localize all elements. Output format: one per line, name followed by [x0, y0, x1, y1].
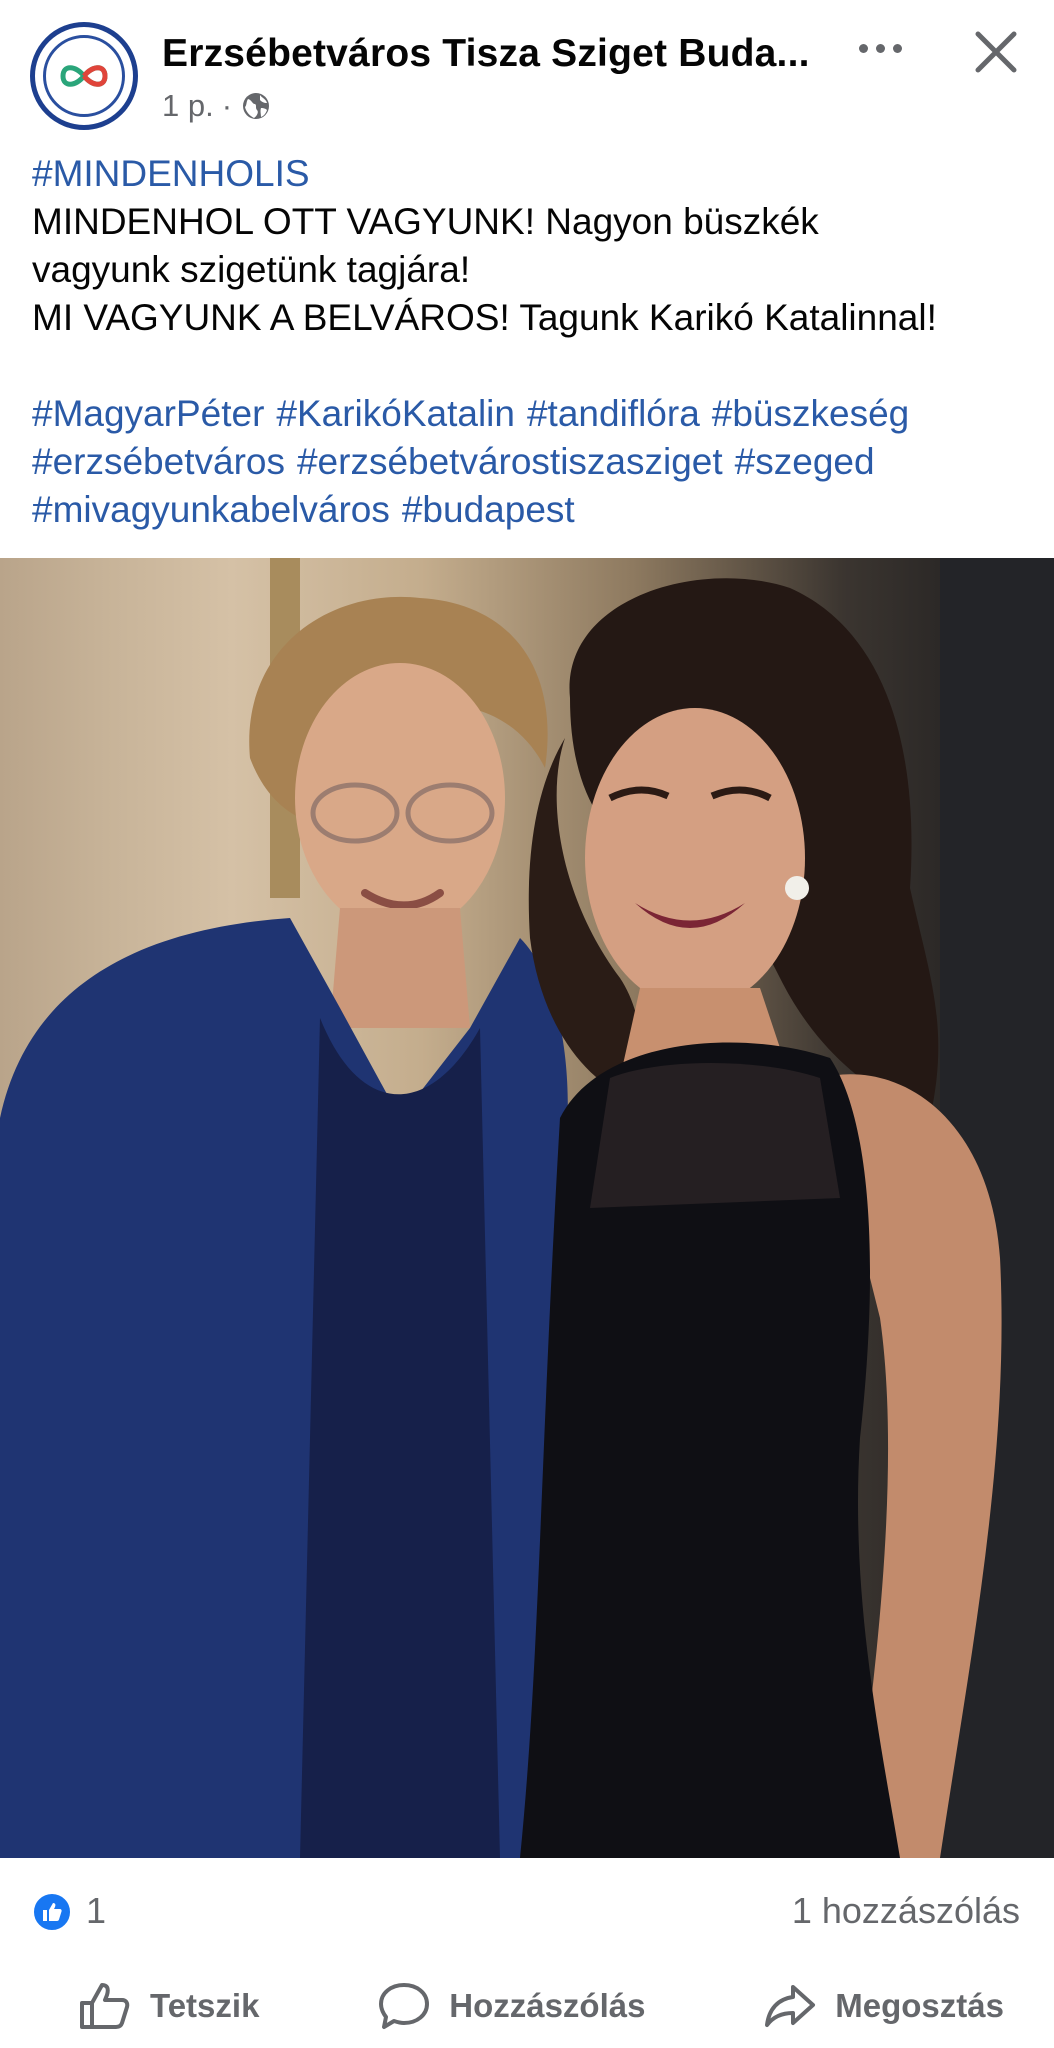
- more-dots-icon: [858, 43, 868, 53]
- hashtag[interactable]: #MagyarPéter: [32, 390, 264, 438]
- facebook-post: Erzsébetváros Tisza Sziget Buda... 1 p. …: [0, 0, 1054, 2048]
- hashtag[interactable]: #tandiflóra: [527, 390, 700, 438]
- share-button[interactable]: Megosztás: [763, 1981, 1004, 2031]
- close-icon[interactable]: [966, 22, 1026, 82]
- post-photo[interactable]: [0, 558, 1054, 1858]
- post-text: #MINDENHOLIS MINDENHOL OTT VAGYUNK! Nagy…: [32, 150, 1032, 534]
- post-actions: Tetszik Hozzászólás Megosztás: [0, 1964, 1054, 2048]
- post-time[interactable]: 1 p.: [162, 88, 214, 124]
- comment-count[interactable]: 1 hozzászólás: [792, 1890, 1020, 1932]
- hashtag[interactable]: #KarikóKatalin: [276, 390, 515, 438]
- comment-bubble-icon: [379, 1983, 430, 2029]
- meta-separator: ·: [221, 88, 233, 123]
- post-text-line-3: MI VAGYUNK A BELVÁROS! Tagunk Karikó Kat…: [32, 297, 937, 338]
- like-label: Tetszik: [150, 1987, 260, 2024]
- hashtag[interactable]: #büszkeség: [712, 390, 909, 438]
- hashtag-row-3: #mivagyunkabelváros #budapest: [32, 486, 1032, 534]
- page-avatar[interactable]: [30, 22, 138, 130]
- share-arrow-icon: [765, 1985, 816, 2027]
- like-count[interactable]: 1: [86, 1890, 106, 1932]
- hashtag[interactable]: #mivagyunkabelváros: [32, 486, 390, 534]
- hashtag-mindenholis[interactable]: #MINDENHOLIS: [32, 150, 1032, 198]
- post-header: Erzsébetváros Tisza Sziget Buda... 1 p. …: [0, 0, 1054, 150]
- photo-two-women: [0, 558, 1054, 1858]
- share-label: Megosztás: [835, 1987, 1004, 2024]
- hashtag[interactable]: #erzsébetváros: [32, 438, 285, 486]
- more-options-button[interactable]: [850, 28, 910, 68]
- post-text-line-1: MINDENHOL OTT VAGYUNK! Nagyon büszkék: [32, 201, 819, 242]
- like-reaction-icon[interactable]: [32, 1892, 72, 1932]
- thumbs-up-icon: [43, 1903, 62, 1921]
- hashtag[interactable]: #szeged: [735, 438, 875, 486]
- thumbs-up-outline-icon: [80, 1983, 130, 2029]
- globe-icon: [243, 93, 270, 119]
- page-name[interactable]: Erzsébetváros Tisza Sziget Buda...: [162, 32, 832, 76]
- hashtag-row-2: #erzsébetváros #erzsébetvárostiszasziget…: [32, 438, 1032, 486]
- hashtag[interactable]: #budapest: [402, 486, 575, 534]
- comment-label: Hozzászólás: [449, 1987, 646, 2024]
- comment-button[interactable]: Hozzászólás: [377, 1981, 645, 2031]
- hashtag-row-1: #MagyarPéter #KarikóKatalin #tandiflóra …: [32, 390, 1032, 438]
- like-button[interactable]: Tetszik: [78, 1981, 259, 2031]
- logo-infinity-icon: [60, 65, 108, 87]
- post-meta: 1 p. ·: [162, 86, 272, 126]
- hashtag[interactable]: #erzsébetvárostiszasziget: [297, 438, 723, 486]
- reactions-bar: 1 1 hozzászólás: [0, 1858, 1054, 1964]
- post-text-line-2: vagyunk szigetünk tagjára!: [32, 249, 471, 290]
